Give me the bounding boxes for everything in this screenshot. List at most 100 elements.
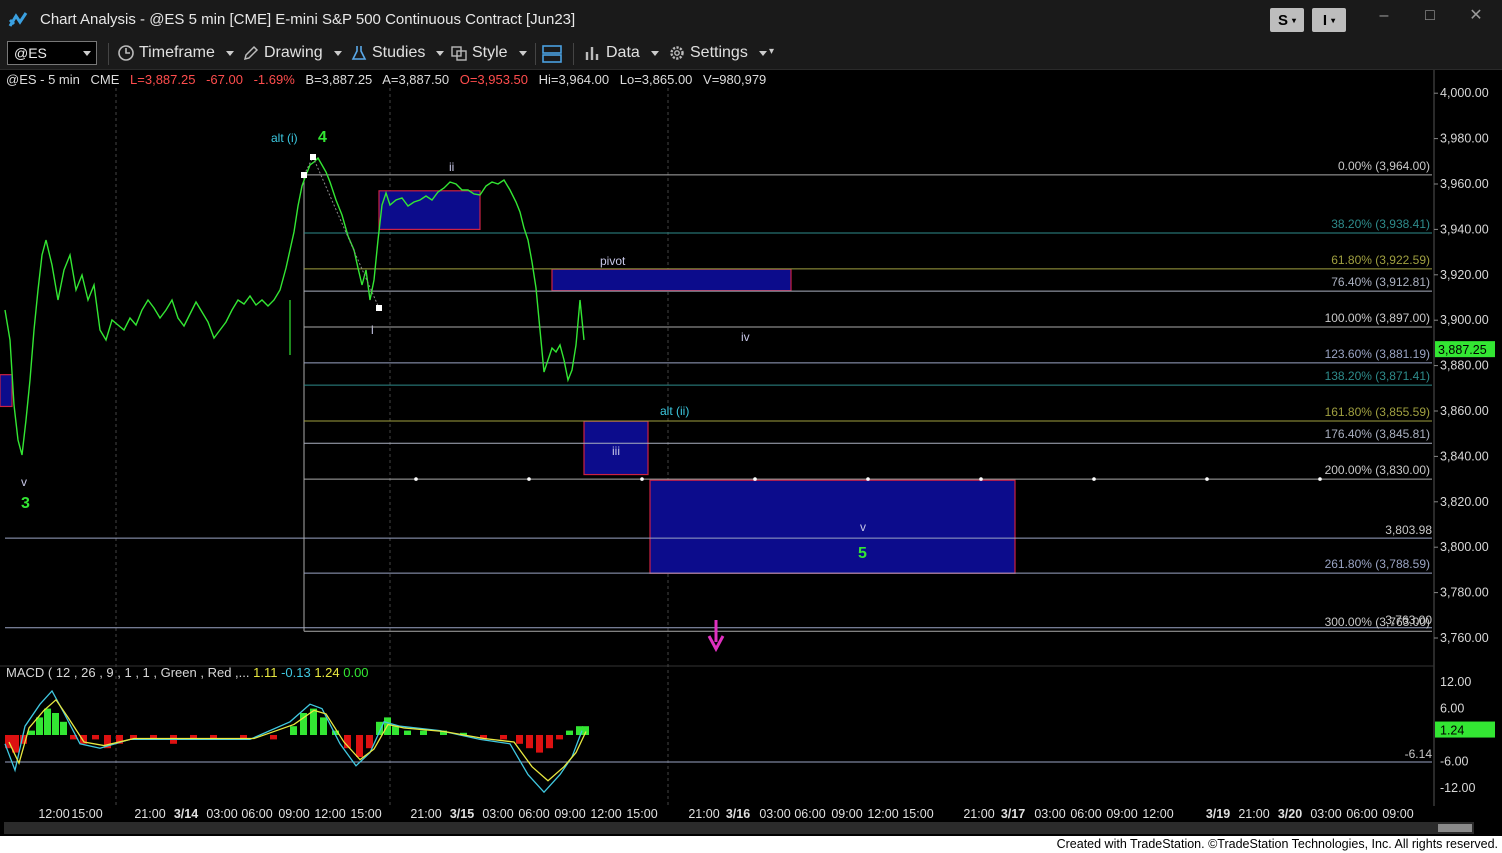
- fib-level-label: 76.40% (3,912.81): [1331, 275, 1430, 289]
- zone-box-ii: [378, 190, 481, 230]
- zone-box-left: [0, 374, 13, 408]
- fib-level-label: 61.80% (3,922.59): [1331, 253, 1430, 267]
- macd-histogram-bar: [556, 735, 563, 740]
- minimize-button[interactable]: –: [1369, 6, 1399, 28]
- i-menu-button[interactable]: I ▾: [1312, 8, 1346, 32]
- toolbar-divider: [535, 43, 536, 65]
- macd-histogram-bar: [320, 717, 327, 735]
- price-tick-label: 3,940.00: [1440, 222, 1489, 236]
- price-tick-label: 3,980.00: [1440, 132, 1489, 146]
- tradestation-logo-icon: [8, 12, 28, 27]
- fib-level-label: 161.80% (3,855.59): [1325, 405, 1430, 419]
- time-tick-label: 06:00: [518, 807, 549, 821]
- time-tick-label: 06:00: [241, 807, 272, 821]
- layout-icon[interactable]: [541, 44, 563, 64]
- fib-level-label: 38.20% (3,938.41): [1331, 217, 1430, 231]
- drawing-menu[interactable]: Drawing: [242, 44, 342, 62]
- settings-menu[interactable]: Settings: [668, 44, 767, 62]
- time-tick-label: 21:00: [410, 807, 441, 821]
- drawing-label: Drawing: [264, 44, 323, 61]
- macd-histogram-bar: [546, 735, 553, 749]
- annotation-ii: ii: [449, 160, 454, 174]
- timeframe-menu[interactable]: Timeframe: [117, 44, 234, 62]
- price-tick-label: 3,880.00: [1440, 359, 1489, 373]
- i-button-label: I: [1322, 11, 1328, 29]
- time-tick-label: 06:00: [1346, 807, 1377, 821]
- price-tick-label: 4,000.00: [1440, 86, 1489, 100]
- time-tick-label: 09:00: [554, 807, 585, 821]
- zone-box-pivot: [551, 268, 792, 292]
- s-button-label: S: [1277, 11, 1288, 29]
- toolbar-divider: [573, 43, 574, 65]
- time-tick-label: 12:00: [867, 807, 898, 821]
- s-menu-button[interactable]: S ▾: [1270, 8, 1304, 32]
- symbol-selector[interactable]: @ES: [7, 41, 97, 65]
- macd-histogram-bar: [420, 730, 427, 735]
- macd-tick-label: -6.00: [1440, 754, 1469, 768]
- chevron-down-icon: [225, 50, 234, 56]
- macd-histogram-bar: [366, 735, 373, 749]
- price-tick-label: 3,960.00: [1440, 177, 1489, 191]
- time-tick-label: 12:00: [314, 807, 345, 821]
- fib-level-label: 261.80% (3,788.59): [1325, 557, 1430, 571]
- macd-histogram-bar: [516, 735, 523, 744]
- clock-icon: [118, 45, 134, 61]
- chart-analysis-window: Chart Analysis - @ES 5 min [CME] E-mini …: [0, 0, 1502, 853]
- macd-hline-label: -6.14: [1405, 747, 1433, 761]
- fib-level-label: 100.00% (3,897.00): [1325, 311, 1430, 325]
- chevron-down-icon: [436, 50, 445, 56]
- chart-canvas[interactable]: 3,803.983,763.000.00% (3,964.00)38.20% (…: [0, 70, 1502, 822]
- macd-histogram-bar: [500, 735, 507, 740]
- macd-params: MACD ( 12 , 26 , 9 , 1 , 1 , Green , Red…: [6, 665, 253, 680]
- macd-histogram-bar: [526, 735, 533, 749]
- price-tick-label: 3,920.00: [1440, 268, 1489, 282]
- time-tick-label: 12:00: [590, 807, 621, 821]
- wave-anchor-point: [310, 154, 316, 160]
- chevron-down-icon: [518, 50, 527, 56]
- price-tick-label: 3,900.00: [1440, 313, 1489, 327]
- fib-level-label: 200.00% (3,830.00): [1325, 463, 1430, 477]
- chevron-down-icon: [333, 50, 342, 56]
- arrow-down-icon: [707, 620, 725, 653]
- toolbar-overflow-icon[interactable]: ▾: [769, 46, 774, 57]
- macd-histogram-bar: [52, 713, 59, 735]
- horizontal-scrollbar[interactable]: [4, 822, 1474, 834]
- scrollbar-thumb[interactable]: [1438, 824, 1472, 832]
- studies-menu[interactable]: Studies: [350, 44, 445, 62]
- macd-histogram-bar: [392, 726, 399, 735]
- time-tick-label: 21:00: [688, 807, 719, 821]
- time-tick-label: 15:00: [71, 807, 102, 821]
- level-dot: [414, 477, 418, 481]
- annotation-wave-4: 4: [318, 129, 327, 146]
- time-tick-label: 12:00: [1142, 807, 1173, 821]
- macd-histogram-bar: [36, 717, 43, 735]
- time-tick-label: 09:00: [1382, 807, 1413, 821]
- price-tick-label: 3,780.00: [1440, 586, 1489, 600]
- zone-boxes: [0, 190, 1016, 574]
- data-menu[interactable]: Data: [584, 44, 659, 62]
- fib-level-label: 123.60% (3,881.19): [1325, 347, 1430, 361]
- annotation-wave-3: 3: [21, 495, 30, 512]
- price-tick-label: 3,800.00: [1440, 540, 1489, 554]
- time-tick-label: 21:00: [134, 807, 165, 821]
- annotation-i: i: [371, 323, 374, 337]
- macd-histogram-bar: [28, 730, 35, 735]
- macd-tick-label: 6.00: [1440, 702, 1464, 716]
- macd-tick-label: 12.00: [1440, 675, 1471, 689]
- close-button[interactable]: ✕: [1461, 6, 1491, 28]
- fib-level-label: 138.20% (3,871.41): [1325, 369, 1430, 383]
- macd-value-1: 1.11: [253, 665, 281, 680]
- annotation-alt-i: alt (i): [271, 131, 298, 145]
- style-menu[interactable]: Style: [450, 44, 527, 62]
- maximize-button[interactable]: □: [1415, 6, 1445, 28]
- annotation-alt-ii: alt (ii): [660, 404, 689, 418]
- time-tick-label: 21:00: [1238, 807, 1269, 821]
- macd-value-3: 1.24: [314, 665, 343, 680]
- fib-level-label: 176.40% (3,845.81): [1325, 427, 1430, 441]
- chevron-down-icon: [758, 50, 767, 56]
- time-tick-label: 09:00: [278, 807, 309, 821]
- price-line: [4, 156, 585, 456]
- level-dot: [753, 477, 757, 481]
- last-price-label: 3,887.25: [1438, 343, 1487, 357]
- annotation-iv: iv: [741, 330, 750, 344]
